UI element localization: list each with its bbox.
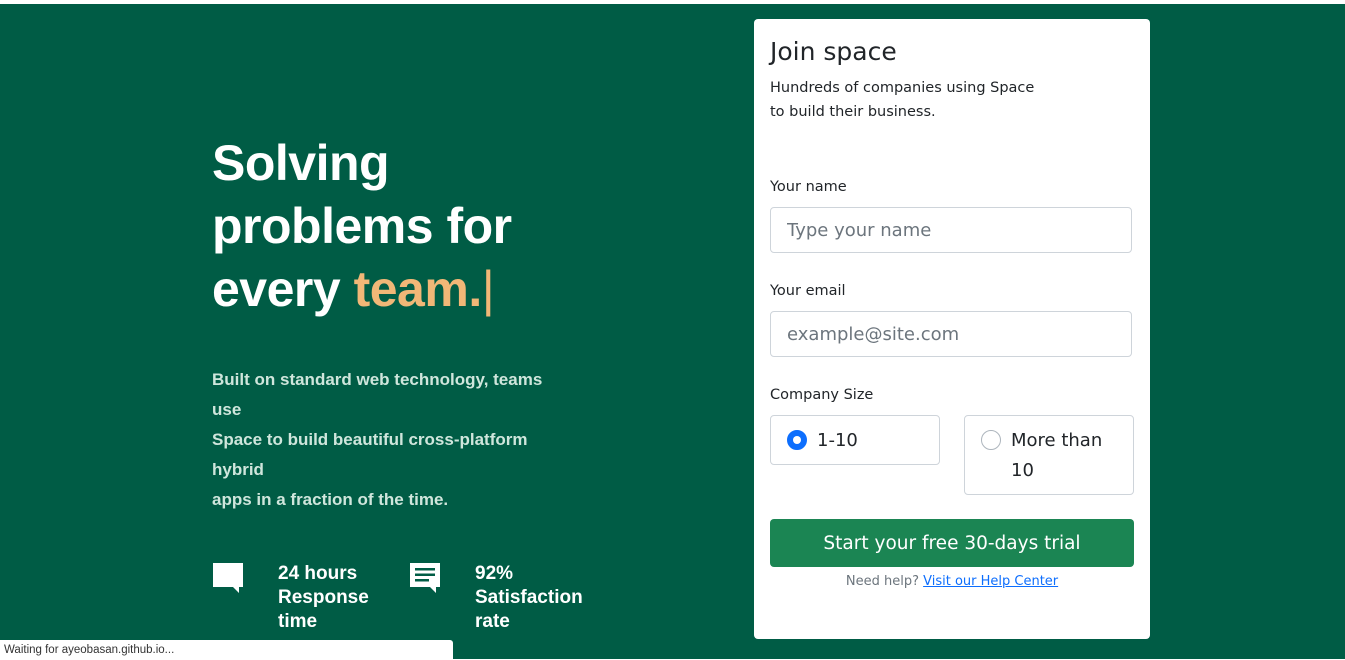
headline-prefix: every [212,261,354,317]
company-size-option-1-10[interactable]: 1-10 [770,415,940,465]
option-label-line: 10 [1011,460,1034,481]
company-size-label: Company Size [770,387,874,403]
form-title: Join space [770,37,897,66]
stat-label: rate [475,611,510,632]
stat-response-time: 24 hours Response time [212,562,398,634]
subtitle-line: to build their business. [770,104,936,120]
stat-value: 24 hours [278,563,358,584]
stat-value: 92% [475,563,514,584]
option-label: 1-10 [817,426,858,456]
start-trial-button[interactable]: Start your free 30-days trial [770,519,1134,567]
stat-label: Response [278,587,369,608]
help-prefix: Need help? [845,574,924,589]
headline-line-2: problems for [212,198,512,254]
headline-accent-word: team. [353,261,483,317]
radio-unselected-icon[interactable] [981,430,1001,450]
hero-description: Built on standard web technology, teams … [212,365,592,515]
stat-label: time [278,611,318,632]
stat-satisfaction: 92% Satisfaction rate [409,562,595,634]
help-text: Need help? Visit our Help Center [754,574,1150,589]
name-label: Your name [770,179,847,195]
help-center-link[interactable]: Visit our Help Center [923,574,1058,589]
stat-label: Satisfaction [475,587,583,608]
chat-bubble-icon [213,563,243,593]
radio-selected-icon[interactable] [787,430,807,450]
description-line: hybrid [212,460,264,479]
stat-text: 92% Satisfaction rate [475,562,595,634]
headline-line-3: every team.| [212,258,512,321]
headline-line-1: Solving [212,135,390,191]
option-label-line: More than [1011,430,1103,451]
description-line: Built on standard web technology, teams [212,370,543,389]
email-label: Your email [770,283,846,299]
option-label: More than 10 [1011,426,1102,486]
name-input[interactable] [770,207,1132,253]
email-input[interactable] [770,311,1132,357]
message-lines-icon [410,563,440,593]
description-line: apps in a fraction of the time. [212,490,449,509]
option-label-line: 1-10 [817,430,858,451]
subtitle-line: Hundreds of companies using Space [770,80,1035,96]
description-line: use [212,400,242,419]
hero-section: Solving problems for every team.| Built … [0,4,1345,659]
form-subtitle: Hundreds of companies using Space to bui… [770,76,1050,124]
typing-cursor: | [481,261,495,317]
browser-status-bar: Waiting for ayeobasan.github.io... [0,640,453,659]
company-size-option-more-than-10[interactable]: More than 10 [964,415,1134,495]
stat-text: 24 hours Response time [278,562,398,634]
hero-headline: Solving problems for every team.| [212,132,512,321]
signup-card: Join space Hundreds of companies using S… [754,19,1150,639]
description-line: Space to build beautiful cross-platform [212,430,528,449]
